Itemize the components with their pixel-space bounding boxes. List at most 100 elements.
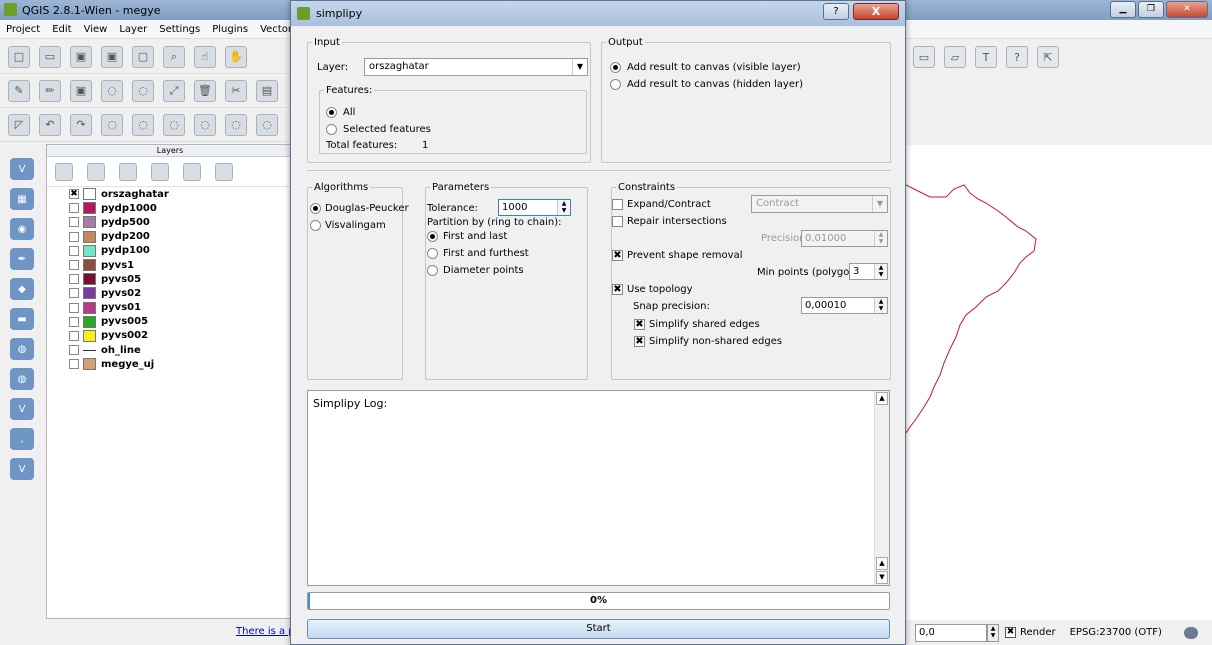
pan-map-icon[interactable]: ✋ bbox=[225, 45, 247, 68]
layer-row[interactable]: pyvs02 bbox=[47, 286, 293, 300]
minimize-button[interactable]: ▁ bbox=[1110, 1, 1136, 18]
layer-visibility-checkbox[interactable] bbox=[69, 345, 79, 356]
add-wms-layer-icon[interactable]: ◍ bbox=[10, 338, 34, 360]
menu-edit[interactable]: Edit bbox=[52, 24, 71, 35]
add-spatialite-layer-icon[interactable]: ✒ bbox=[10, 248, 34, 270]
layer-visibility-checkbox[interactable] bbox=[69, 245, 79, 256]
layer-visibility-checkbox[interactable] bbox=[69, 217, 79, 228]
prevent-shape-removal-checkbox[interactable]: ✖ bbox=[612, 250, 623, 261]
layer-row[interactable]: ✖ orszaghatar bbox=[47, 187, 293, 201]
open-layer-styling-icon[interactable] bbox=[55, 162, 73, 181]
layer-visibility-checkbox[interactable] bbox=[69, 274, 79, 285]
scroll-up-icon[interactable]: ▲ bbox=[876, 557, 888, 570]
remove-layer-icon[interactable] bbox=[215, 162, 233, 181]
help-icon[interactable]: ? bbox=[1006, 46, 1028, 68]
edit-geometry-icon[interactable]: ◸ bbox=[8, 113, 30, 136]
undo-icon[interactable]: ↶ bbox=[39, 113, 61, 136]
layer-row[interactable]: pyvs1 bbox=[47, 258, 293, 272]
status-message-link[interactable]: There is a pl bbox=[236, 626, 297, 637]
rotation-spinner[interactable]: ▲ ▼ bbox=[987, 623, 999, 642]
qgis-close-button[interactable]: ✕ bbox=[1166, 1, 1208, 18]
start-button[interactable]: Start bbox=[307, 619, 890, 639]
fill-ring-icon[interactable]: ◌ bbox=[225, 113, 247, 136]
hidden-layer-radio[interactable] bbox=[610, 79, 621, 90]
delete-ring-icon[interactable]: ◌ bbox=[256, 113, 278, 136]
layer-row[interactable]: pydp1000 bbox=[47, 201, 293, 215]
dialog-help-button[interactable]: ? bbox=[823, 3, 849, 20]
expand-all-icon[interactable] bbox=[151, 162, 169, 181]
move-feature-icon[interactable]: ◌ bbox=[132, 79, 154, 102]
layer-row[interactable]: pyvs002 bbox=[47, 329, 293, 343]
add-annotation-icon[interactable]: ▭ bbox=[913, 46, 935, 68]
layer-visibility-checkbox[interactable] bbox=[69, 231, 79, 242]
layer-visibility-checkbox[interactable] bbox=[69, 330, 79, 341]
add-ring-icon[interactable]: ◌ bbox=[163, 113, 185, 136]
simplify-shared-checkbox[interactable]: ✖ bbox=[634, 319, 645, 330]
collapse-all-icon[interactable] bbox=[183, 162, 201, 181]
repair-intersections-checkbox[interactable] bbox=[612, 216, 623, 227]
cut-features-icon[interactable]: ✂ bbox=[225, 79, 247, 102]
open-project-icon[interactable]: ▭ bbox=[39, 45, 61, 68]
precision-input[interactable]: 0,01000 ▲ ▼ bbox=[801, 230, 888, 247]
messages-icon[interactable] bbox=[1183, 626, 1198, 639]
layer-visibility-checkbox[interactable] bbox=[69, 203, 79, 214]
composer-manager-icon[interactable]: ⌕ bbox=[163, 45, 185, 68]
render-checkbox[interactable]: ✖ bbox=[1005, 627, 1016, 638]
layer-row[interactable]: pyvs01 bbox=[47, 301, 293, 315]
save-as-icon[interactable]: ▣ bbox=[101, 45, 123, 68]
layer-row[interactable]: megye_uj bbox=[47, 357, 293, 371]
log-textarea[interactable]: Simplipy Log: ▲ ▲ ▼ bbox=[307, 390, 890, 586]
menu-project[interactable]: Project bbox=[6, 24, 40, 35]
text-annotation-icon[interactable]: T bbox=[975, 46, 997, 68]
precision-spinner[interactable]: ▲ ▼ bbox=[874, 231, 887, 246]
layer-visibility-checkbox[interactable] bbox=[69, 260, 79, 271]
node-tool-icon[interactable]: ⤢ bbox=[163, 79, 185, 102]
redo-icon[interactable]: ↷ bbox=[70, 113, 92, 136]
maximize-button[interactable]: ❐ bbox=[1138, 1, 1164, 18]
toggle-editing-icon[interactable]: ✏ bbox=[39, 79, 61, 102]
all-features-radio[interactable] bbox=[326, 107, 337, 118]
delete-selected-icon[interactable]: 🗑 bbox=[194, 79, 216, 102]
add-vector-layer-icon[interactable]: V bbox=[10, 158, 34, 180]
min-points-spinner[interactable]: ▲ ▼ bbox=[874, 264, 887, 279]
simplify-nonshared-checkbox[interactable]: ✖ bbox=[634, 336, 645, 347]
add-part-icon[interactable]: ◌ bbox=[194, 113, 216, 136]
layer-row[interactable]: pyvs005 bbox=[47, 315, 293, 329]
save-project-icon[interactable]: ▣ bbox=[70, 45, 92, 68]
manage-visibility-icon[interactable] bbox=[87, 162, 105, 181]
whats-this-icon[interactable]: ⇱ bbox=[1037, 46, 1059, 68]
visible-layer-radio[interactable] bbox=[610, 62, 621, 73]
layer-row[interactable]: pydp100 bbox=[47, 244, 293, 258]
tolerance-spinner[interactable]: ▲ ▼ bbox=[557, 200, 570, 215]
layer-visibility-checkbox[interactable]: ✖ bbox=[69, 189, 79, 200]
dialog-close-button[interactable]: X bbox=[853, 3, 899, 20]
menu-view[interactable]: View bbox=[84, 24, 108, 35]
tolerance-input[interactable]: 1000 ▲ ▼ bbox=[498, 199, 571, 216]
layer-visibility-checkbox[interactable] bbox=[69, 288, 79, 299]
snap-precision-spinner[interactable]: ▲ ▼ bbox=[874, 298, 887, 313]
add-mssql-layer-icon[interactable]: ◆ bbox=[10, 278, 34, 300]
layer-combobox[interactable]: orszaghatar ▼ bbox=[364, 58, 588, 76]
layer-row[interactable]: oh_line bbox=[47, 343, 293, 357]
crs-status-button[interactable]: EPSG:23700 (OTF) bbox=[1070, 627, 1162, 638]
expand-contract-combobox[interactable]: Contract ▼ bbox=[751, 195, 888, 213]
diameter-points-radio[interactable] bbox=[427, 265, 438, 276]
first-last-radio[interactable] bbox=[427, 231, 438, 242]
expand-contract-checkbox[interactable] bbox=[612, 199, 623, 210]
layer-row[interactable]: pydp500 bbox=[47, 215, 293, 229]
menu-layer[interactable]: Layer bbox=[119, 24, 147, 35]
save-edits-icon[interactable]: ▣ bbox=[70, 79, 92, 102]
add-postgis-layer-icon[interactable]: ◉ bbox=[10, 218, 34, 240]
new-print-composer-icon[interactable]: ▢ bbox=[132, 45, 154, 68]
first-furthest-radio[interactable] bbox=[427, 248, 438, 259]
layer-visibility-checkbox[interactable] bbox=[69, 302, 79, 313]
log-scrollbar[interactable]: ▲ ▲ ▼ bbox=[874, 391, 889, 585]
filter-legend-icon[interactable] bbox=[119, 162, 137, 181]
copy-features-icon[interactable]: ▤ bbox=[256, 79, 278, 102]
menu-settings[interactable]: Settings bbox=[159, 24, 200, 35]
menu-plugins[interactable]: Plugins bbox=[212, 24, 248, 35]
add-note-icon[interactable]: ▱ bbox=[944, 46, 966, 68]
layer-visibility-checkbox[interactable] bbox=[69, 359, 79, 370]
current-edits-icon[interactable]: ✎ bbox=[8, 79, 30, 102]
layer-row[interactable]: pydp200 bbox=[47, 230, 293, 244]
